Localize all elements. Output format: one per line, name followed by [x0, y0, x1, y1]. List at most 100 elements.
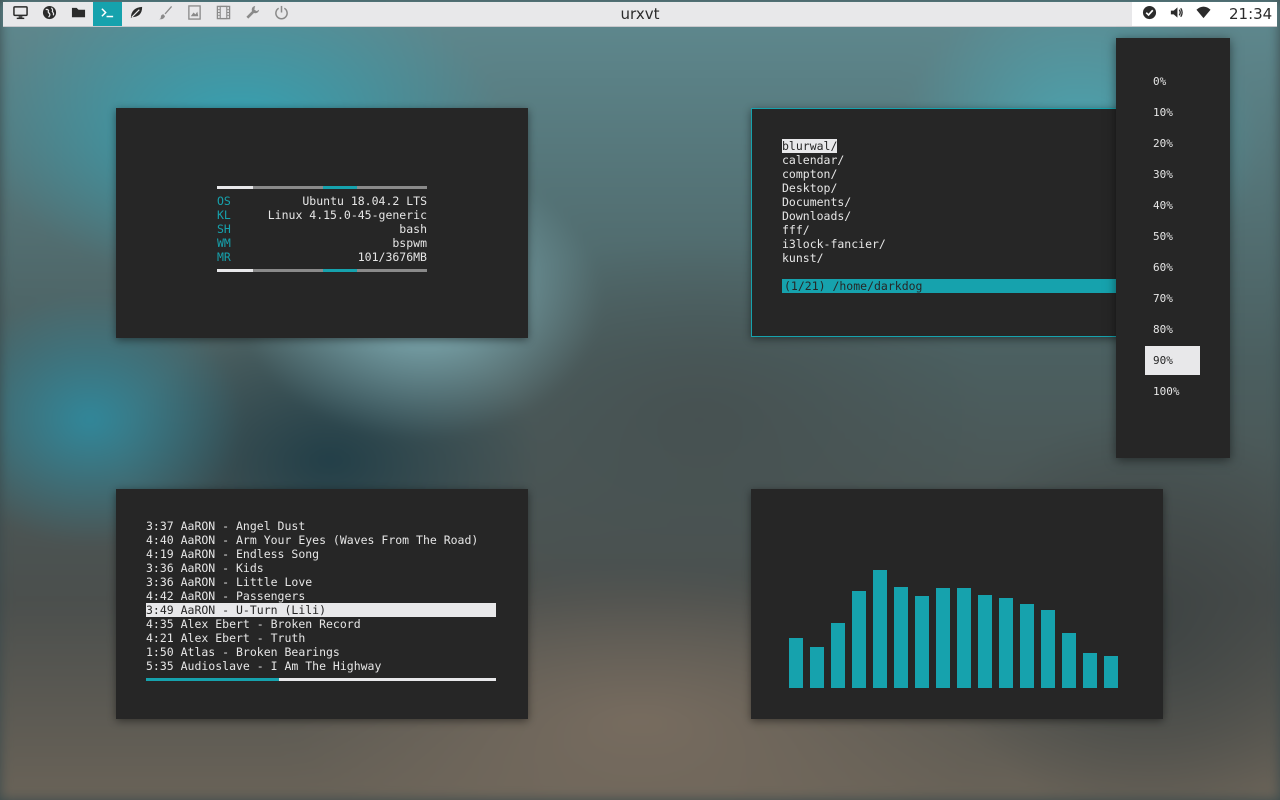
visualizer-window[interactable] [751, 489, 1163, 719]
playlist-track[interactable]: 3:36 AaRON - Little Love [146, 575, 496, 589]
playlist-track[interactable]: 5:35 Audioslave - I Am The Highway [146, 659, 496, 673]
file-status-bar: (1/21) /home/darkdog [782, 279, 1162, 293]
playlist-track[interactable]: 4:21 Alex Ebert - Truth [146, 631, 496, 645]
leaf-launcher-button[interactable] [122, 2, 151, 26]
file-name: Desktop/ [782, 181, 838, 195]
launcher-bar [6, 2, 296, 26]
playlist-track[interactable]: 4:40 AaRON - Arm Your Eyes (Waves From T… [146, 533, 496, 547]
file-name: blurwal/ [782, 139, 838, 153]
playlist-track[interactable]: 3:37 AaRON - Angel Dust [146, 519, 496, 533]
playlist-track[interactable]: 3:36 AaRON - Kids [146, 561, 496, 575]
check-circle-icon[interactable] [1142, 5, 1157, 24]
film-icon [216, 5, 231, 23]
bottom-divider [217, 269, 427, 272]
top-divider [217, 186, 427, 189]
volume-option[interactable]: 100% [1145, 377, 1200, 406]
file-name: compton/ [782, 167, 838, 181]
visualizer-bar [915, 596, 929, 688]
playlist-track[interactable]: 4:35 Alex Ebert - Broken Record [146, 617, 496, 631]
volume-option[interactable]: 80% [1145, 315, 1200, 344]
visualizer-bar [894, 587, 908, 688]
playback-progress[interactable] [146, 678, 496, 681]
power-icon [274, 5, 289, 23]
sysinfo-key: KL [217, 208, 231, 222]
visualizer-bar [852, 591, 866, 688]
file-name: i3lock-fancier/ [782, 237, 886, 251]
playlist-track[interactable]: 3:49 AaRON - U-Turn (Lili) [146, 603, 496, 617]
wrench-launcher-button[interactable] [238, 2, 267, 26]
image-launcher-button[interactable] [180, 2, 209, 26]
file-name: Downloads/ [782, 209, 852, 223]
file-name: kunst/ [782, 251, 824, 265]
visualizer-bars [789, 570, 1118, 688]
sysinfo-value: Linux 4.15.0-45-generic [267, 208, 427, 222]
file-name: Documents/ [782, 195, 852, 209]
visualizer-bar [1083, 653, 1097, 688]
sysinfo-row: WM bspwm [217, 236, 427, 250]
clock[interactable]: 21:34 [1229, 5, 1272, 23]
image-icon [187, 5, 202, 23]
sysinfo-row: OS Ubuntu 18.04.2 LTS [217, 194, 427, 208]
monitor-icon [13, 5, 28, 23]
file-list-item[interactable]: compton/ [782, 167, 886, 181]
leaf-icon [129, 5, 144, 23]
brush-icon [158, 5, 173, 23]
volume-option[interactable]: 90% [1145, 346, 1200, 375]
system-tray: 21:34 [1132, 2, 1277, 26]
volume-option[interactable]: 20% [1145, 129, 1200, 158]
visualizer-bar [810, 647, 824, 688]
sysinfo-block: OS Ubuntu 18.04.2 LTS KL Linux 4.15.0-45-ge… [217, 186, 427, 272]
visualizer-bar [1104, 656, 1118, 688]
power-launcher-button[interactable] [267, 2, 296, 26]
file-name: calendar/ [782, 153, 845, 167]
volume-option[interactable]: 60% [1145, 253, 1200, 282]
playlist-track[interactable]: 4:19 AaRON - Endless Song [146, 547, 496, 561]
visualizer-bar [873, 570, 887, 688]
visualizer-bar [936, 588, 950, 688]
volume-option[interactable]: 50% [1145, 222, 1200, 251]
folder-launcher-button[interactable] [64, 2, 93, 26]
file-list-item[interactable]: Desktop/ [782, 181, 886, 195]
file-list-item[interactable]: blurwal/ [782, 139, 886, 153]
film-launcher-button[interactable] [209, 2, 238, 26]
file-list-item[interactable]: kunst/ [782, 251, 886, 265]
sysinfo-value: bash [399, 222, 427, 236]
playlist-track[interactable]: 4:42 AaRON - Passengers [146, 589, 496, 603]
visualizer-bar [1062, 633, 1076, 688]
playlist-track[interactable]: 1:50 Atlas - Broken Bearings [146, 645, 496, 659]
visualizer-bar [831, 623, 845, 688]
folder-icon [71, 5, 86, 23]
file-list-item[interactable]: fff/ [782, 223, 886, 237]
globe-launcher-button[interactable] [35, 2, 64, 26]
visualizer-bar [999, 598, 1013, 688]
volume-option[interactable]: 10% [1145, 98, 1200, 127]
volume-option[interactable]: 0% [1145, 67, 1200, 96]
file-manager-window[interactable]: blurwal/calendar/compton/Desktop/Documen… [751, 108, 1163, 337]
terminal-icon [100, 5, 115, 23]
wrench-icon [245, 5, 260, 23]
sysinfo-value: bspwm [392, 236, 427, 250]
top-panel: urxvt 21:34 [3, 2, 1277, 27]
visualizer-bar [789, 638, 803, 688]
brush-launcher-button[interactable] [151, 2, 180, 26]
file-list-item[interactable]: Documents/ [782, 195, 886, 209]
playlist-window[interactable]: 3:37 AaRON - Angel Dust 4:40 AaRON - Arm … [116, 489, 528, 719]
file-list-item[interactable]: calendar/ [782, 153, 886, 167]
volume-option[interactable]: 40% [1145, 191, 1200, 220]
monitor-launcher-button[interactable] [6, 2, 35, 26]
wifi-icon[interactable] [1196, 5, 1211, 24]
terminal-launcher-button[interactable] [93, 2, 122, 26]
globe-icon [42, 5, 57, 23]
volume-icon[interactable] [1169, 5, 1184, 24]
volume-option[interactable]: 30% [1145, 160, 1200, 189]
sysinfo-key: OS [217, 194, 231, 208]
sysinfo-row: MR 101/3676MB [217, 250, 427, 264]
visualizer-bar [978, 595, 992, 688]
track-list: 3:37 AaRON - Angel Dust 4:40 AaRON - Arm … [146, 519, 496, 673]
sysinfo-key: MR [217, 250, 231, 264]
file-list-item[interactable]: Downloads/ [782, 209, 886, 223]
volume-option[interactable]: 70% [1145, 284, 1200, 313]
sysinfo-window[interactable]: OS Ubuntu 18.04.2 LTS KL Linux 4.15.0-45-ge… [116, 108, 528, 338]
playback-progress-fill [146, 678, 279, 681]
file-list-item[interactable]: i3lock-fancier/ [782, 237, 886, 251]
